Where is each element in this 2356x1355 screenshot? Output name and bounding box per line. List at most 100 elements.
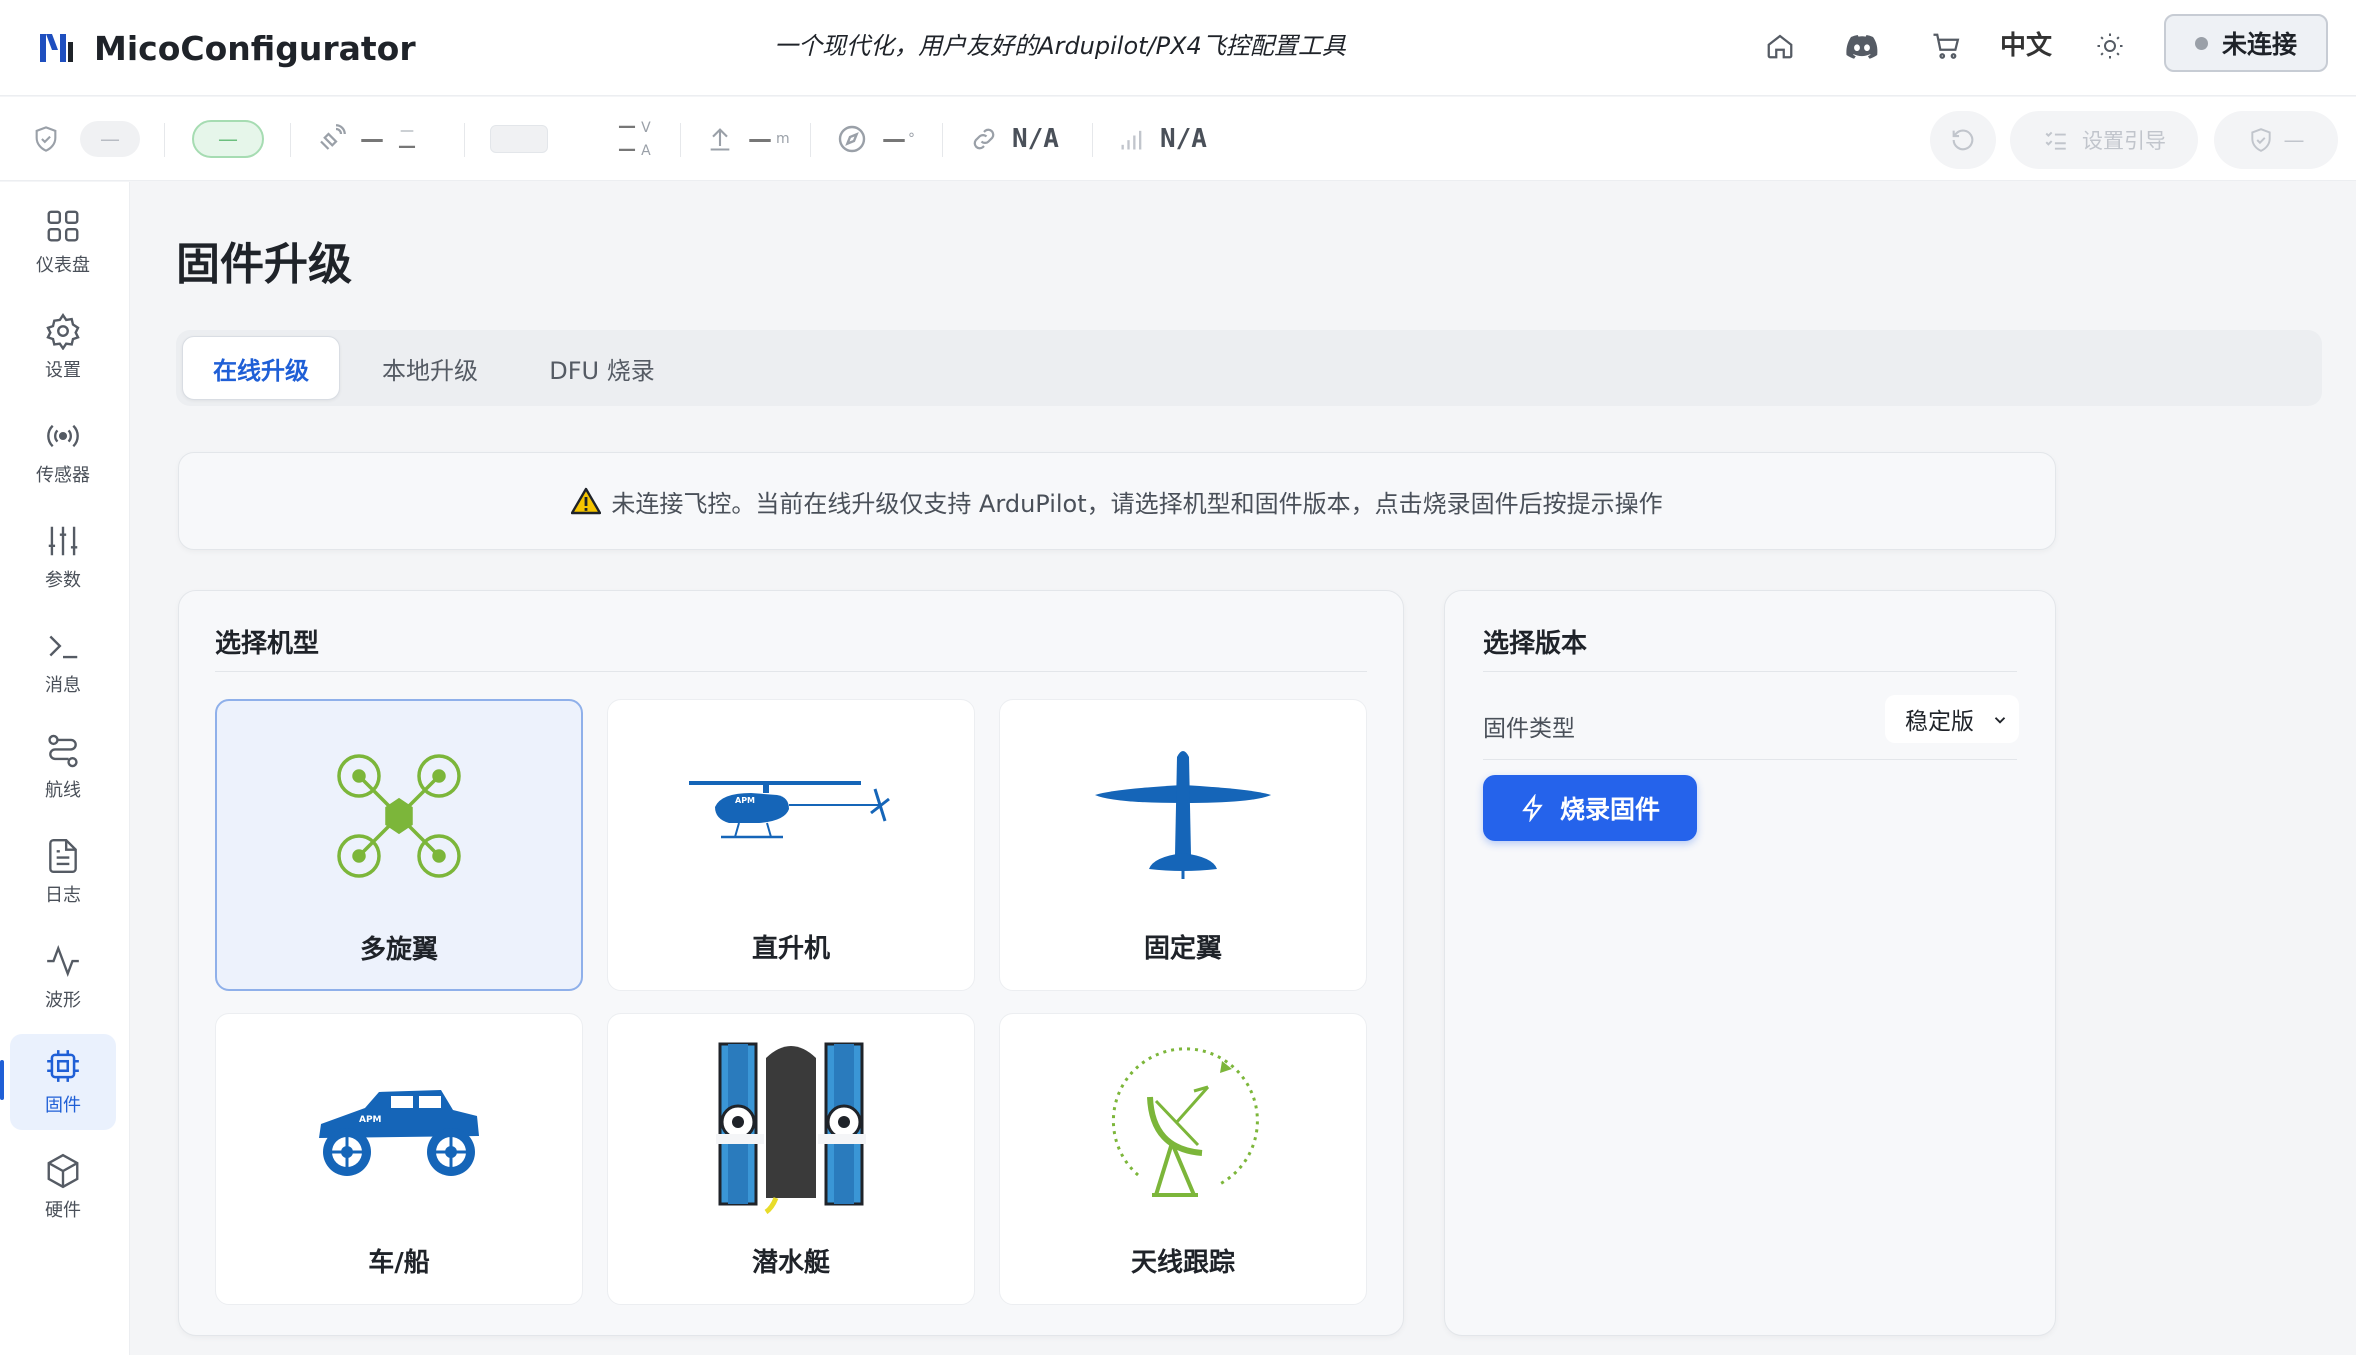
compass-icon: [838, 125, 866, 153]
sidebar-item-settings[interactable]: 设置: [10, 299, 116, 395]
connect-button[interactable]: 未连接: [2164, 14, 2328, 72]
vehicle-rover[interactable]: APM 车/船: [215, 1013, 583, 1305]
vehicle-select-card: 选择机型 多旋翼 APM 直升机 固定翼 APM 车/船 潜水艇 天线跟踪: [178, 590, 1404, 1336]
gps-status: — — —: [316, 97, 416, 181]
shield-check-icon: [2250, 128, 2271, 152]
sidebar-item-label: 设置: [45, 360, 81, 381]
cart-icon[interactable]: [1926, 26, 1966, 66]
vehicle-label: 车/船: [368, 1248, 430, 1278]
vehicle-label: 多旋翼: [359, 935, 438, 965]
battery-icon: [490, 125, 548, 153]
vehicle-label: 天线跟踪: [1130, 1248, 1235, 1278]
arm-status: —: [32, 97, 140, 181]
sidebar-active-indicator: [0, 1060, 4, 1100]
sidebar-item-hardware[interactable]: 硬件: [10, 1139, 116, 1235]
home-icon[interactable]: [1760, 26, 1800, 66]
connection-status-dot: [2194, 36, 2208, 50]
lightning-icon: [1522, 794, 1543, 822]
mode-status: —: [192, 97, 264, 181]
checklist-icon: [2045, 131, 2066, 150]
svg-text:APM: APM: [735, 796, 755, 805]
sidebar-item-label: 日志: [45, 885, 81, 906]
sidebar-item-firmware[interactable]: 固件: [10, 1034, 116, 1130]
rover-icon: APM: [319, 1090, 479, 1176]
cube-icon: [47, 1153, 79, 1189]
vehicle-label: 固定翼: [1143, 934, 1222, 964]
vehicle-helicopter[interactable]: APM 直升机: [607, 699, 975, 991]
signal-bars-icon: [1121, 130, 1142, 150]
app-tagline: 一个现代化，用户友好的Ardupilot/PX4飞控配置工具: [774, 32, 1346, 60]
terminal-icon: [49, 635, 78, 659]
firmware-type-label: 固件类型: [1483, 716, 1575, 742]
app-name: MicoConfigurator: [94, 28, 416, 68]
antenna-tracker-icon: [1111, 1047, 1259, 1197]
vehicle-submarine[interactable]: 潜水艇: [607, 1013, 975, 1305]
sidebar-item-messages[interactable]: 消息: [10, 614, 116, 710]
satellite-icon: [320, 124, 346, 150]
status-bar: — — — — — — V — A — m — ° N/A N/A 设置引导 —: [0, 97, 2356, 181]
page-title: 固件升级: [176, 239, 352, 290]
tab-dfu-flash[interactable]: DFU 烧录: [520, 336, 684, 400]
upgrade-tabs: 在线升级 本地升级 DFU 烧录: [176, 330, 2322, 406]
top-header: MicoConfigurator 一个现代化，用户友好的Ardupilot/PX…: [0, 0, 2356, 96]
link-readout: N/A: [968, 97, 1059, 181]
chip-icon: [47, 1050, 79, 1082]
settings-icon: [46, 313, 80, 350]
vehicle-label: 直升机: [751, 934, 830, 964]
helicopter-icon: APM: [689, 781, 890, 839]
multirotor-icon: [337, 754, 461, 878]
link-icon: [973, 128, 995, 150]
language-toggle[interactable]: 中文: [2000, 26, 2052, 66]
firmware-type-select[interactable]: 稳定版: [1885, 695, 2019, 743]
sidebar-item-parameters[interactable]: 参数: [10, 509, 116, 605]
waveform-icon: [47, 944, 79, 978]
connect-button-label: 未连接: [2221, 30, 2297, 59]
sidebar-item-dashboard[interactable]: 仪表盘: [10, 194, 116, 290]
sidebar-item-label: 参数: [45, 570, 81, 591]
sidebar-item-label: 仪表盘: [36, 255, 90, 276]
chevron-down-icon: [1994, 717, 2006, 724]
sidebar: 仪表盘 设置 传感器 参数 消息 航线 日志 波形 固件 硬件: [0, 182, 130, 1355]
vehicle-antenna-tracker[interactable]: 天线跟踪: [999, 1013, 1367, 1305]
fixed-wing-icon: [1095, 751, 1271, 879]
version-card-title: 选择版本: [1483, 629, 1588, 659]
vehicle-card-title: 选择机型: [215, 629, 320, 659]
notice-text: 未连接飞控。当前在线升级仅支持 ArduPilot，请选择机型和固件版本，点击烧…: [611, 489, 1663, 518]
sidebar-item-waveform[interactable]: 波形: [10, 929, 116, 1025]
sidebar-item-label: 波形: [45, 990, 81, 1011]
battery-status: [490, 97, 548, 181]
sidebar-item-routes[interactable]: 航线: [10, 719, 116, 815]
heading-readout: — °: [836, 97, 915, 181]
vehicle-fixed-wing[interactable]: 固定翼: [999, 699, 1367, 991]
safety-button[interactable]: —: [2214, 111, 2338, 169]
submarine-icon: [716, 1042, 866, 1214]
altitude-readout: — m: [706, 97, 790, 181]
vehicle-label: 潜水艇: [751, 1248, 830, 1278]
voltage-current-readout: — V — A: [618, 116, 651, 160]
flash-firmware-button[interactable]: 烧录固件: [1483, 775, 1697, 841]
sidebar-item-logs[interactable]: 日志: [10, 824, 116, 920]
arm-status-pill: —: [80, 121, 140, 157]
flash-button-label: 烧录固件: [1559, 795, 1660, 824]
tab-local-upgrade[interactable]: 本地升级: [350, 336, 510, 400]
connection-notice: 未连接飞控。当前在线升级仅支持 ArduPilot，请选择机型和固件版本，点击烧…: [178, 452, 2056, 550]
sliders-icon: [48, 526, 78, 556]
setup-guide-button[interactable]: 设置引导: [2010, 111, 2198, 169]
vehicle-multirotor[interactable]: 多旋翼: [215, 699, 583, 991]
discord-icon[interactable]: [1842, 26, 1882, 66]
altitude-up-icon: [710, 128, 730, 151]
refresh-icon: [1952, 129, 1974, 151]
tab-online-upgrade[interactable]: 在线升级: [182, 336, 340, 400]
refresh-button[interactable]: [1930, 111, 1996, 169]
app-logo-icon: [40, 34, 73, 62]
signal-readout: N/A: [1116, 97, 1207, 181]
sidebar-item-sensors[interactable]: 传感器: [10, 404, 116, 500]
sidebar-item-label: 硬件: [45, 1200, 81, 1221]
firmware-type-value: 稳定版: [1905, 709, 1974, 735]
theme-sun-icon[interactable]: [2090, 26, 2130, 66]
version-select-card: 选择版本 固件类型 稳定版 烧录固件: [1444, 590, 2056, 1336]
route-icon: [48, 734, 78, 768]
sidebar-item-label: 消息: [45, 675, 81, 696]
sidebar-item-label: 固件: [45, 1095, 81, 1116]
flight-mode-pill: —: [192, 120, 264, 158]
